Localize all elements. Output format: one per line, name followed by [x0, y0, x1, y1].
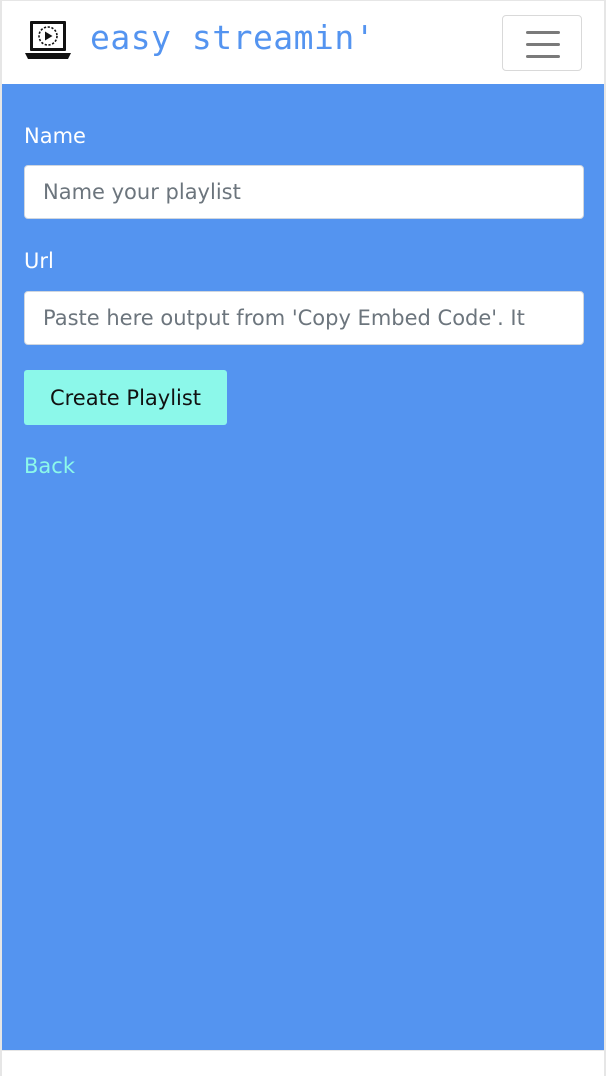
laptop-play-icon [25, 21, 71, 59]
brand-name: easy streamin' [90, 17, 376, 57]
brand-link[interactable]: easy streamin' [24, 17, 375, 63]
navbar-toggler-button[interactable] [502, 15, 582, 71]
name-label: Name [24, 124, 86, 148]
navbar: easy streamin' [2, 0, 604, 84]
name-input[interactable] [24, 165, 584, 219]
hamburger-menu-icon [526, 31, 560, 58]
page: easy streamin' Name Url Create Playlist … [0, 0, 606, 1076]
create-playlist-form: Name Url Create Playlist Back [2, 84, 604, 1050]
create-playlist-button[interactable]: Create Playlist [24, 370, 227, 425]
back-link[interactable]: Back [24, 454, 75, 478]
url-label: Url [24, 249, 54, 273]
url-input[interactable] [24, 291, 584, 345]
footer [2, 1050, 604, 1076]
